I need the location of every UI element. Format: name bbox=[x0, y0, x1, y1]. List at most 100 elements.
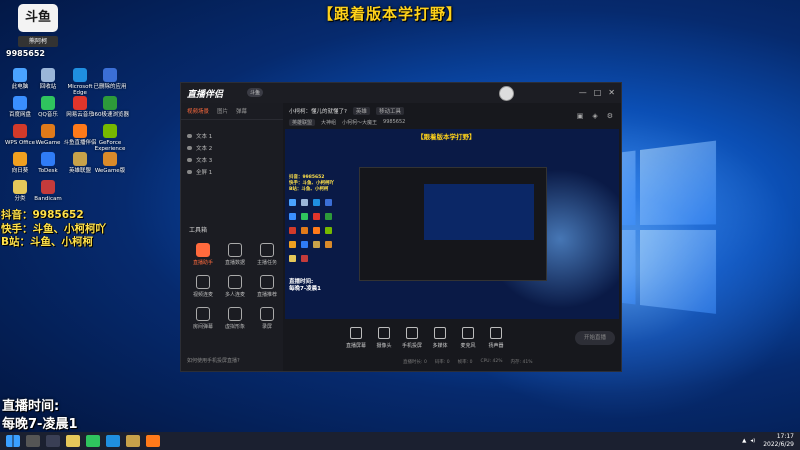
close-button[interactable]: ✕ bbox=[608, 88, 615, 97]
speaker-button[interactable]: 扬声器 bbox=[481, 327, 511, 349]
social-promo: 抖音：9985652 快手：斗鱼、小柯柯吖 B站：斗鱼、小柯柯 bbox=[1, 209, 106, 250]
scene-item[interactable]: 文本 1 bbox=[181, 130, 283, 142]
stream-tag[interactable]: 移动工具 bbox=[375, 107, 404, 115]
search-icon[interactable] bbox=[26, 435, 40, 447]
live-companion-taskbar-icon[interactable] bbox=[146, 435, 160, 447]
tab-image[interactable]: 图片 bbox=[217, 107, 228, 115]
app-icon bbox=[13, 96, 27, 110]
preview-icon bbox=[289, 213, 296, 220]
stream-title[interactable]: 小柯柯：懂儿的就懂了? bbox=[289, 107, 347, 115]
preview-icon bbox=[301, 241, 308, 248]
volume-icon[interactable]: ◂) bbox=[750, 438, 755, 444]
media-button[interactable]: 多媒体 bbox=[425, 327, 455, 349]
clock[interactable]: 17:17 2022/6/29 bbox=[763, 433, 794, 449]
promo-line: B站：斗鱼、小柯柯 bbox=[1, 236, 94, 248]
desktop-icon[interactable]: 已删除的应用 bbox=[90, 68, 130, 90]
camera-button[interactable]: 摄像头 bbox=[369, 327, 399, 349]
toolbox-item[interactable]: 直播助手 bbox=[189, 243, 217, 266]
top-right-tools: ▣ ◈ ⚙ bbox=[577, 112, 613, 120]
app-icon bbox=[73, 124, 87, 138]
phone-cast-button[interactable]: 手机投屏 bbox=[397, 327, 427, 349]
app-icon bbox=[41, 152, 55, 166]
start-live-button[interactable]: 开始直播 bbox=[575, 331, 615, 345]
logo-subtitle: 熊阿柯 bbox=[18, 36, 58, 47]
eye-icon[interactable] bbox=[187, 170, 192, 174]
settings-icon[interactable]: ⚙ bbox=[607, 112, 613, 120]
file-explorer-icon[interactable] bbox=[66, 435, 80, 447]
eye-icon[interactable] bbox=[187, 158, 192, 162]
app-icon bbox=[73, 96, 87, 110]
preview-icon bbox=[325, 241, 332, 248]
preview-icon bbox=[301, 213, 308, 220]
desktop-icon[interactable]: WeGame版 bbox=[90, 152, 130, 174]
tool-label: 视频连麦 bbox=[192, 292, 213, 298]
tab-danmaku[interactable]: 弹幕 bbox=[236, 107, 247, 115]
tool-label: 直播助手 bbox=[192, 260, 213, 266]
eye-icon[interactable] bbox=[187, 146, 192, 150]
desktop-icon-label: Bandicam bbox=[34, 196, 62, 202]
status-item: 内存: 41% bbox=[510, 360, 533, 365]
windows-start-icon[interactable] bbox=[6, 435, 20, 447]
desktop-icon[interactable]: GeForce Experience bbox=[90, 124, 130, 153]
toolbox-item[interactable]: 房间弹幕 bbox=[189, 307, 217, 330]
minimize-button[interactable]: — bbox=[579, 88, 587, 97]
user-avatar[interactable] bbox=[499, 86, 514, 101]
main-panel: 小柯柯：懂儿的就懂了? 英雄 移动工具 英雄联盟 大神组 小柯柯～大魔王 998… bbox=[283, 103, 621, 371]
live-companion-window: 直播伴侣 斗鱼 — □ ✕ 视频场景 图片 弹幕 文本 1 文本 2 文本 3 … bbox=[180, 82, 622, 372]
stream-preview[interactable]: 【跟着版本学打野】 抖音：9985652 快手：斗鱼、小柯柯吖 B站：斗鱼、小柯… bbox=[285, 129, 619, 319]
toolbox-item[interactable]: 视频连麦 bbox=[189, 275, 217, 298]
app-icon bbox=[103, 96, 117, 110]
app-icon bbox=[73, 68, 87, 82]
toolbox-item[interactable]: 多人连麦 bbox=[221, 275, 249, 298]
tool-label: 直播数据 bbox=[224, 260, 245, 266]
desktop-icon[interactable]: Bandicam bbox=[28, 180, 68, 202]
share-icon[interactable]: ◈ bbox=[592, 112, 597, 120]
clock-date: 2022/6/29 bbox=[763, 441, 794, 448]
wechat-icon[interactable] bbox=[86, 435, 100, 447]
preview-nested-preview bbox=[424, 184, 534, 240]
source-tabs: 视频场景 图片 弹幕 bbox=[181, 103, 283, 120]
meta-item: 小柯柯～大魔王 bbox=[342, 120, 378, 126]
scene-item[interactable]: 文本 2 bbox=[181, 142, 283, 154]
toolbox-item[interactable]: 直播推荐 bbox=[253, 275, 281, 298]
toolbox-item[interactable]: 录屏 bbox=[253, 307, 281, 330]
toolbox-item[interactable]: 主播任务 bbox=[253, 243, 281, 266]
tool-label: 录屏 bbox=[261, 324, 272, 330]
league-icon[interactable] bbox=[126, 435, 140, 447]
toolbox-item[interactable]: 虚拟形象 bbox=[221, 307, 249, 330]
network-icon[interactable]: ▲ bbox=[742, 438, 746, 444]
scene-item[interactable]: 文本 3 bbox=[181, 154, 283, 166]
toolbox-item[interactable]: 直播数据 bbox=[221, 243, 249, 266]
app-titlebar[interactable]: 直播伴侣 斗鱼 — □ ✕ bbox=[181, 83, 621, 103]
stream-meta: 英雄联盟 大神组 小柯柯～大魔王 9985652 bbox=[289, 119, 405, 126]
tool-icon bbox=[260, 307, 274, 321]
stream-tag[interactable]: 英雄 bbox=[352, 107, 370, 115]
preview-icon bbox=[289, 199, 296, 206]
screen-capture-button[interactable]: 直播屏幕 bbox=[341, 327, 371, 349]
help-link[interactable]: 如何使用手机投屏直播? bbox=[187, 357, 240, 364]
preview-icon bbox=[325, 199, 332, 206]
microphone-button[interactable]: 麦克风 bbox=[453, 327, 483, 349]
gift-icon[interactable]: ▣ bbox=[577, 112, 584, 120]
tool-icon bbox=[228, 275, 242, 289]
tool-label: 房间弹幕 bbox=[192, 324, 213, 330]
edge-icon[interactable] bbox=[106, 435, 120, 447]
task-view-icon[interactable] bbox=[46, 435, 60, 447]
clock-time: 17:17 bbox=[776, 433, 794, 440]
platform-badge[interactable]: 斗鱼 bbox=[247, 88, 264, 97]
tool-icon bbox=[228, 243, 242, 257]
tool-label: 虚拟形象 bbox=[224, 324, 245, 330]
maximize-button[interactable]: □ bbox=[594, 88, 602, 97]
tool-icon bbox=[196, 243, 210, 257]
scene-label: 文本 3 bbox=[196, 158, 213, 164]
desktop-icon-label: 已删除的应用 bbox=[93, 84, 127, 90]
preview-icon bbox=[325, 213, 332, 220]
scene-label: 全屏 1 bbox=[196, 170, 213, 176]
eye-icon[interactable] bbox=[187, 134, 192, 138]
desktop-icon[interactable]: 360极速浏览器 bbox=[90, 96, 130, 118]
category-tag[interactable]: 英雄联盟 bbox=[289, 119, 316, 126]
scene-item[interactable]: 全屏 1 bbox=[181, 166, 283, 178]
tab-video-scene[interactable]: 视频场景 bbox=[187, 107, 209, 115]
preview-icon bbox=[313, 199, 320, 206]
preview-icon bbox=[313, 227, 320, 234]
